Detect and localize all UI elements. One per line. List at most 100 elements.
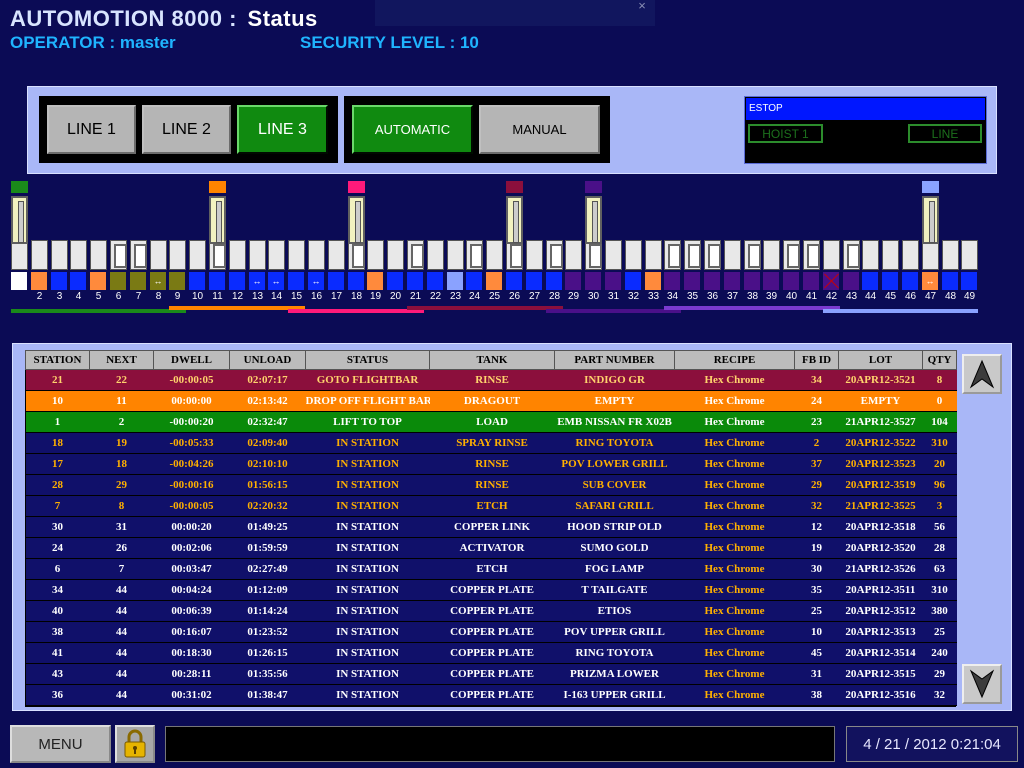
tank-station-15[interactable] [288,240,305,270]
station-cell-2[interactable] [31,272,48,290]
station-cell-45[interactable] [882,272,899,290]
station-cell-21[interactable] [407,272,424,290]
station-cell-27[interactable] [526,272,543,290]
hoist-3[interactable] [348,196,365,244]
station-cell-5[interactable] [90,272,107,290]
station-cell-1[interactable] [11,272,28,290]
station-cell-12[interactable] [229,272,246,290]
station-cell-38[interactable] [744,272,761,290]
station-cell-41[interactable] [803,272,820,290]
hoist-5[interactable] [585,196,602,244]
tank-station-4[interactable] [70,240,87,270]
tank-station-43[interactable] [843,240,860,270]
table-row[interactable]: 17 18 -00:04:26 02:10:10 IN STATION RINSE POV … [25,453,957,475]
tank-station-46[interactable] [902,240,919,270]
station-cell-8[interactable]: ↔ [150,272,167,290]
table-row[interactable]: 40 44 00:06:39 01:14:24 IN STATION COPPER PLA… [25,600,957,622]
station-cell-15[interactable] [288,272,305,290]
table-row[interactable]: 36 44 00:31:02 01:38:47 IN STATION COPPER PLA… [25,684,957,706]
station-cell-36[interactable] [704,272,721,290]
tank-station-9[interactable] [169,240,186,270]
tank-station-18[interactable] [348,240,365,270]
tank-station-44[interactable] [862,240,879,270]
scroll-down-button[interactable] [962,664,1002,704]
table-row[interactable]: 10 11 00:00:00 02:13:42 DROP OFF FLIGHT BAR D… [25,390,957,412]
tank-station-38[interactable] [744,240,761,270]
tank-station-22[interactable] [427,240,444,270]
station-cell-44[interactable] [862,272,879,290]
tank-station-13[interactable] [249,240,266,270]
tank-station-37[interactable] [724,240,741,270]
tank-station-42[interactable] [823,240,840,270]
column-header[interactable]: DWELL [153,350,230,370]
table-row[interactable]: 41 44 00:18:30 01:26:15 IN STATION COPPER PLA… [25,642,957,664]
close-icon[interactable]: × [635,0,649,13]
station-cell-16[interactable]: ↔ [308,272,325,290]
tank-station-47[interactable] [922,240,939,270]
column-header[interactable]: FB ID [794,350,839,370]
tank-station-19[interactable] [367,240,384,270]
station-cell-17[interactable] [328,272,345,290]
table-row[interactable]: 28 29 -00:00:16 01:56:15 IN STATION RINSE SUB … [25,474,957,496]
table-row[interactable]: 18 19 -00:05:33 02:09:40 IN STATION SPRAY RIN… [25,432,957,454]
lock-button[interactable] [115,725,155,763]
station-cell-19[interactable] [367,272,384,290]
tank-station-8[interactable] [150,240,167,270]
station-cell-26[interactable] [506,272,523,290]
station-cell-23[interactable] [447,272,464,290]
tank-station-27[interactable] [526,240,543,270]
table-row[interactable]: 43 44 00:28:11 01:35:56 IN STATION COPPER PLA… [25,663,957,685]
station-cell-13[interactable]: ↔ [249,272,266,290]
station-cell-22[interactable] [427,272,444,290]
line-3-button[interactable]: LINE 3 [237,105,328,154]
station-cell-35[interactable] [684,272,701,290]
tank-station-48[interactable] [942,240,959,270]
table-row[interactable]: 38 44 00:16:07 01:23:52 IN STATION COPPER PLA… [25,621,957,643]
tank-station-20[interactable] [387,240,404,270]
column-header[interactable]: STATUS [305,350,430,370]
line-2-button[interactable]: LINE 2 [142,105,231,154]
tank-station-34[interactable] [664,240,681,270]
tank-station-32[interactable] [625,240,642,270]
station-cell-14[interactable]: ↔ [268,272,285,290]
tank-station-40[interactable] [783,240,800,270]
tank-station-2[interactable] [31,240,48,270]
hoist-6[interactable] [922,196,939,244]
tank-station-28[interactable] [546,240,563,270]
station-cell-33[interactable] [645,272,662,290]
line-1-button[interactable]: LINE 1 [47,105,136,154]
column-header[interactable]: NEXT [89,350,154,370]
table-row[interactable]: 34 44 00:04:24 01:12:09 IN STATION COPPER PLA… [25,579,957,601]
station-cell-47[interactable]: ↔ [922,272,939,290]
station-cell-20[interactable] [387,272,404,290]
automatic-button[interactable]: AUTOMATIC [352,105,473,154]
column-header[interactable]: STATION [25,350,90,370]
table-row[interactable]: 7 8 -00:00:05 02:20:32 IN STATION ETCH SAFARI … [25,495,957,517]
station-cell-49[interactable] [961,272,978,290]
station-cell-29[interactable] [565,272,582,290]
tank-station-11[interactable] [209,240,226,270]
station-cell-43[interactable] [843,272,860,290]
tank-station-45[interactable] [882,240,899,270]
tank-station-24[interactable] [466,240,483,270]
manual-button[interactable]: MANUAL [479,105,600,154]
station-cell-39[interactable] [763,272,780,290]
station-cell-7[interactable] [130,272,147,290]
tank-station-7[interactable] [130,240,147,270]
hoist-1[interactable] [11,196,28,244]
table-row[interactable]: 1 2 -00:00:20 02:32:47 LIFT TO TOP LOAD EMB NI… [25,411,957,433]
tank-station-12[interactable] [229,240,246,270]
menu-button[interactable]: MENU [10,725,111,763]
station-cell-42[interactable] [823,272,840,290]
tank-station-26[interactable] [506,240,523,270]
station-cell-6[interactable] [110,272,127,290]
tank-station-39[interactable] [763,240,780,270]
table-row[interactable]: 30 31 00:00:20 01:49:25 IN STATION COPPER LIN… [25,516,957,538]
tank-station-5[interactable] [90,240,107,270]
station-cell-24[interactable] [466,272,483,290]
tank-station-33[interactable] [645,240,662,270]
tank-station-41[interactable] [803,240,820,270]
station-cell-48[interactable] [942,272,959,290]
station-cell-18[interactable] [348,272,365,290]
tank-station-31[interactable] [605,240,622,270]
